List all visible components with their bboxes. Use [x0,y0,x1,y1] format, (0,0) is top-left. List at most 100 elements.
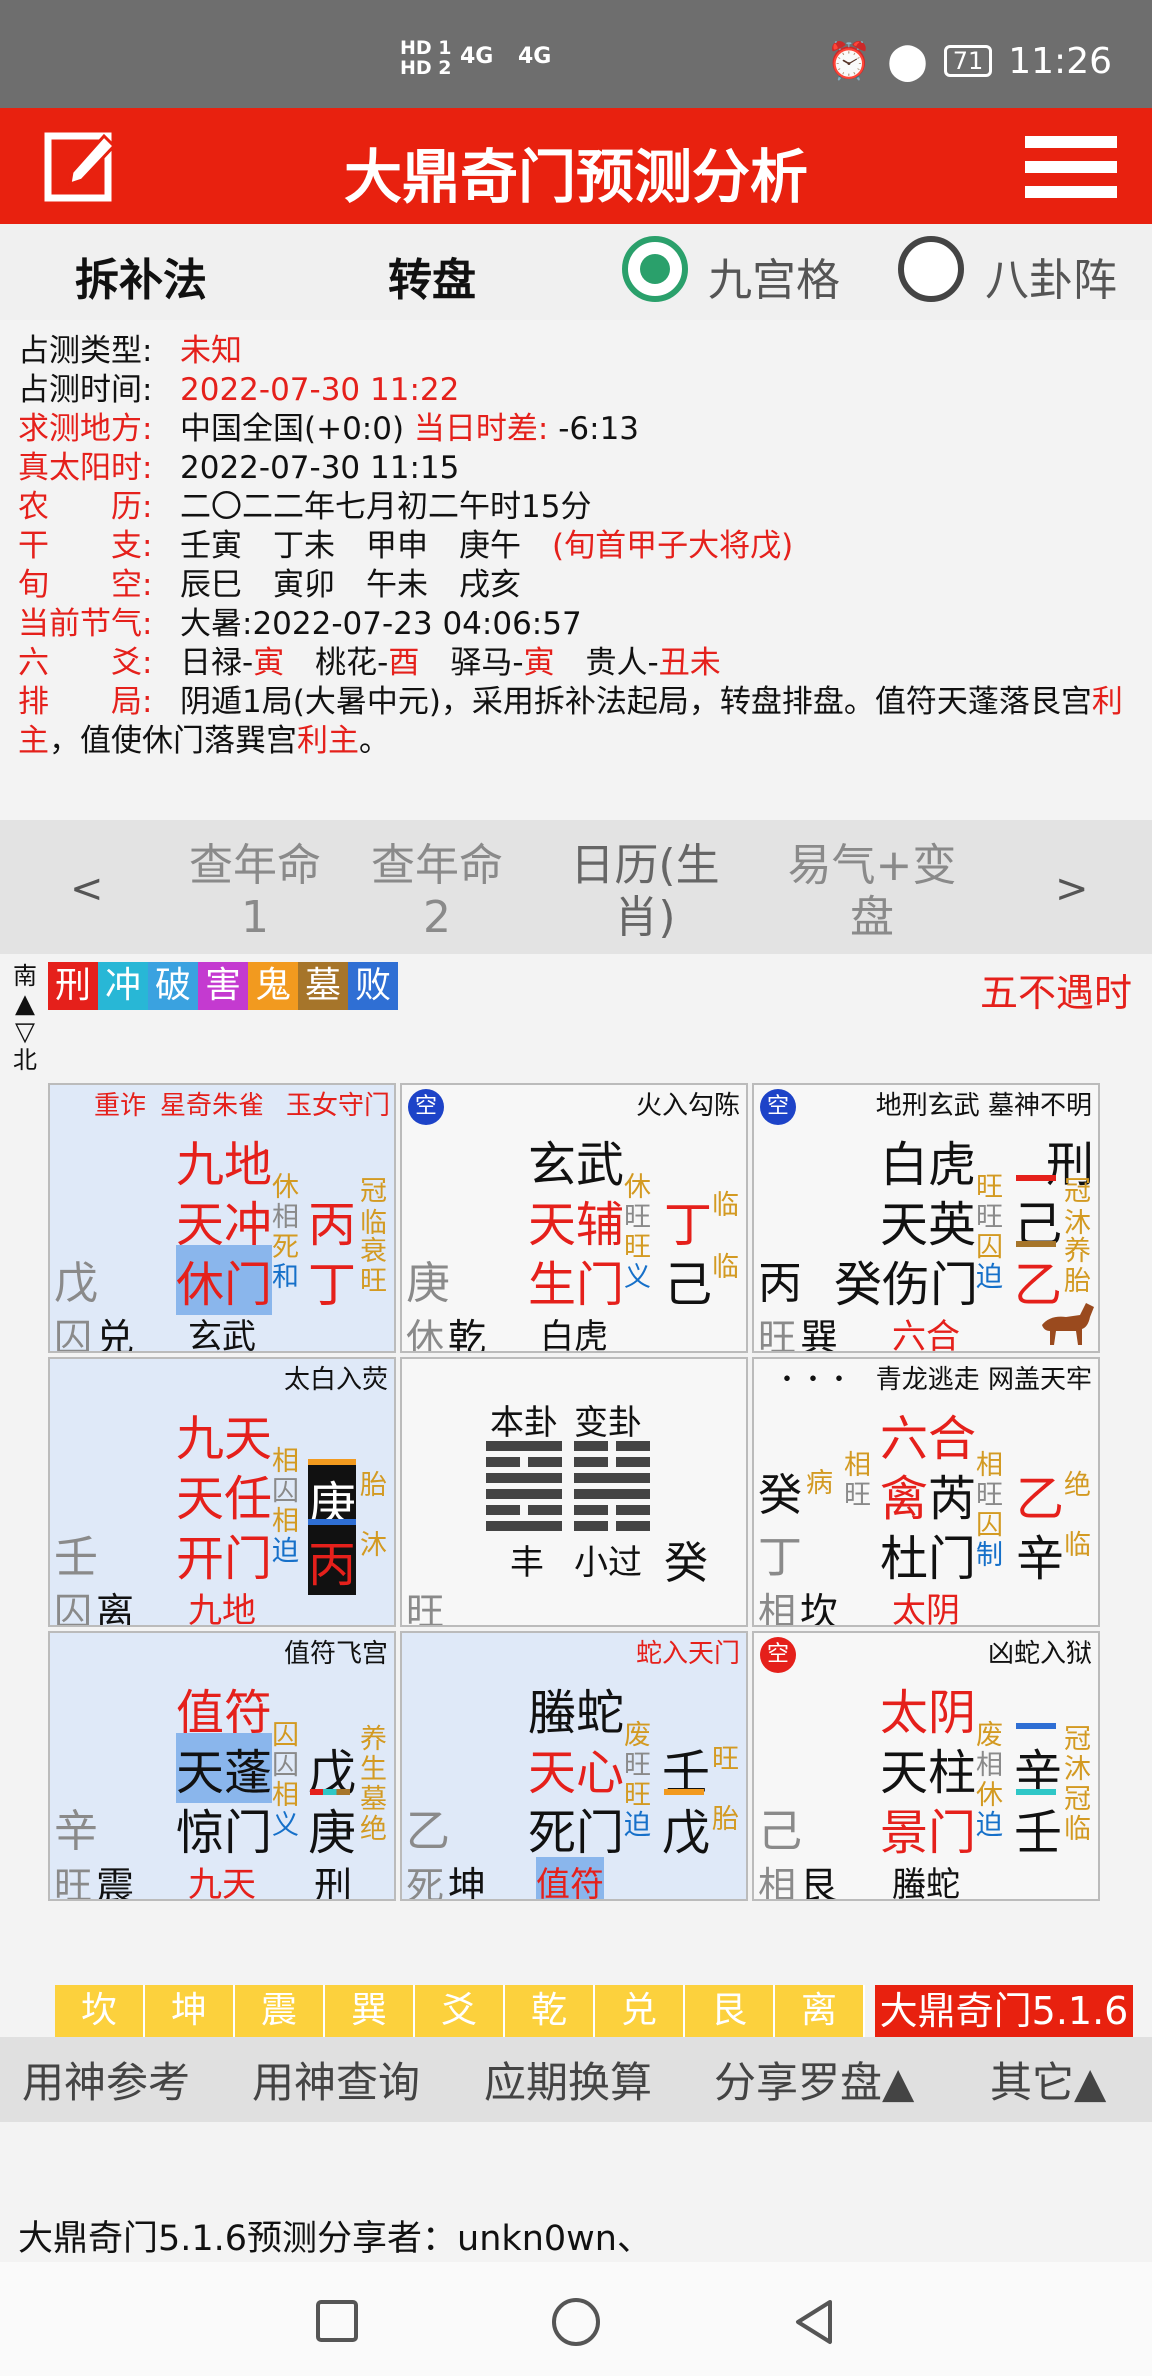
palace-cycle: 冠 [1064,1176,1091,1207]
value: 酉 [388,645,420,681]
value: 桃花- [284,645,389,681]
clock: 11:26 [1008,40,1112,82]
palace-state: 休 [976,1780,1003,1811]
plate-button[interactable]: 转盘 [388,244,476,308]
kong-badge: 空 [760,1089,796,1125]
system-nav-bar [0,2262,1152,2376]
tool-share-compass[interactable]: 分享罗盘▲ [714,2049,914,2110]
next-arrow[interactable]: > [1055,866,1089,912]
method-button[interactable]: 拆补法 [75,244,207,308]
palace-deity: 太阴 [892,1591,960,1627]
tab-yiqi[interactable]: 易气+变盘 [782,840,962,944]
value: 利主 [297,723,359,759]
palace-state: 相 [272,1780,299,1811]
bottom-toolbar: 用神参考 用神查询 应期换算 分享罗盘▲ 其它▲ [0,2037,1152,2122]
radio-label-bagua[interactable]: 八卦阵 [985,244,1117,308]
location-icon: ⬤ [887,40,928,82]
bagua-button[interactable]: 乾 [505,1985,595,2037]
palace-deity: 九地 [188,1591,256,1627]
value: 日禄- [180,645,254,681]
kong-badge: 空 [760,1637,796,1673]
palace-stem: 丙 [758,1258,802,1309]
tab-label: 日历(生 [570,840,720,891]
home-icon[interactable] [550,2296,602,2348]
tool-tabs: < 查年命 1 查年命 2 日历(生 肖) 易气+变盘 > [0,820,1152,954]
palace-cycle: 冠 [360,1176,387,1207]
palace-state: 制 [976,1540,1003,1571]
palace-state: 旺 [624,1750,651,1781]
tool-other[interactable]: 其它▲ [990,2049,1106,2110]
palace-state: 相 [758,1590,797,1627]
bagua-button[interactable]: 坎 [55,1985,145,2037]
value: 贵人- [554,645,659,681]
radio-label-nine-palace[interactable]: 九宫格 [708,244,840,308]
signal-indicator: HD 1 HD 2 [400,37,452,79]
palace-li[interactable]: 空 火入勾陈 玄武 天辅 生门 休 旺 旺 义 丁 己 临 临 庚 休 乾 白虎 [400,1083,748,1353]
value: 未知 [180,333,242,369]
bagua-strip: 坎坤震巽爻乾兑艮离 [55,1985,865,2037]
label: 真太阳时: [18,450,153,486]
palace-kun[interactable]: 空 地刑玄武 墓神不明 白虎 刑 天英 癸伤门 旺 旺 囚 迫 己 乙 冠 沐 … [752,1083,1100,1353]
value: -6:13 [558,411,640,447]
palace-qian[interactable]: 空 凶蛇入狱 太阴 天柱 景门 废 相 休 迫 辛 壬 冠 沐 冠 临 己 相 … [752,1631,1100,1901]
palace-xun[interactable]: 重诈 星奇朱雀 玉女守门 九地 天冲 休门 休 相 死 和 丙 丁 冠 临 衰 … [48,1083,396,1353]
palace-cycle: 临 [712,1252,739,1283]
tool-yingqi[interactable]: 应期换算 [484,2049,652,2110]
palace-cycle: 临 [360,1208,387,1239]
palace-center[interactable]: 本卦 变卦 丰 小过 癸 旺 [400,1357,748,1627]
palace-door: 惊门 [176,1805,273,1861]
palace-state: 义 [272,1810,299,1841]
bagua-button[interactable]: 爻 [415,1985,505,2037]
bagua-button[interactable]: 兑 [595,1985,685,2037]
tab-nianming-1[interactable]: 查年命 1 [180,840,330,944]
palace-state: 相 [844,1450,871,1481]
palace-stem: 己 [758,1806,802,1857]
bagua-button[interactable]: 坤 [145,1985,235,2037]
radio-nine-palace[interactable] [622,236,688,302]
palace-deity: 值符 [536,1857,604,1899]
palace-zhen[interactable]: 太白入荧 九天 天任 开门 相 囚 相 迫 庚 丙 胎 沐 壬 囚 离 九地 [48,1357,396,1627]
tool-yongshen-ref[interactable]: 用神参考 [22,2049,190,2110]
palace-kan[interactable]: 蛇入天门 螣蛇 天心 死门 废 旺 旺 迫 壬 戊 旺 胎 乙 死 坤 值符 [400,1631,748,1901]
value: ，值使休门落巽宫 [49,723,297,759]
legend-chip: 刑 [48,962,98,1010]
palace-state: 迫 [976,1810,1003,1841]
palace-dui[interactable]: ・・・ 青龙逃走 网盖天牢 六合 禽 芮 杜门 癸 病 相 旺 相 旺 囚 制 … [752,1357,1100,1627]
prev-arrow[interactable]: < [70,866,104,912]
recent-apps-icon[interactable] [314,2298,360,2344]
palace-state: 死 [406,1864,445,1901]
menu-icon[interactable] [1025,136,1117,198]
bagua-button[interactable]: 震 [235,1985,325,2037]
palace-trigram: 兑 [96,1316,135,1353]
original-hexagram-name: 丰 [510,1543,544,1583]
tool-yongshen-query[interactable]: 用神查询 [252,2049,420,2110]
version-badge[interactable]: 大鼎奇门5.1.6 [875,1985,1133,2037]
palace-cycle: 绝 [360,1814,387,1845]
palace-cycle: 养 [1064,1236,1091,1267]
palace-gen[interactable]: 值符飞宫 值符 天蓬 惊门 囚 囚 相 义 戊 庚 养 生 墓 绝 辛 旺 震 … [48,1631,396,1901]
back-icon[interactable] [790,2296,836,2348]
bagua-button[interactable]: 离 [775,1985,865,2037]
palace-state: 囚 [272,1750,299,1781]
tab-nianming-2[interactable]: 查年命 2 [362,840,512,944]
palace-cycle: 临 [1064,1530,1091,1561]
value: 辰巳 寅卯 午未 戌亥 [180,567,521,603]
label: 占测时间: [18,372,153,408]
alarm-icon: ⏰ [826,41,872,82]
tab-label: 1 [241,892,269,943]
palace-state: 囚 [976,1232,1003,1263]
tab-calendar[interactable]: 日历(生 肖) [560,840,730,944]
palace-cycle: 临 [1064,1814,1091,1845]
bagua-button[interactable]: 艮 [685,1985,775,2037]
palace-stem: 辛 [54,1806,98,1857]
palace-state: 相 [272,1506,299,1537]
palace-stem: 癸 [664,1538,708,1589]
radio-bagua[interactable] [898,236,964,302]
palace-door: 癸伤门 [834,1257,979,1313]
palace-state: 休 [406,1316,445,1353]
palace-state: 旺 [976,1480,1003,1511]
app-bar: 大鼎奇门预测分析 [0,108,1152,224]
changed-hexagram-label: 变卦 [574,1403,642,1443]
nine-palace-grid: 重诈 星奇朱雀 玉女守门 九地 天冲 休门 休 相 死 和 丙 丁 冠 临 衰 … [48,1083,1102,1905]
bagua-button[interactable]: 巽 [325,1985,415,2037]
